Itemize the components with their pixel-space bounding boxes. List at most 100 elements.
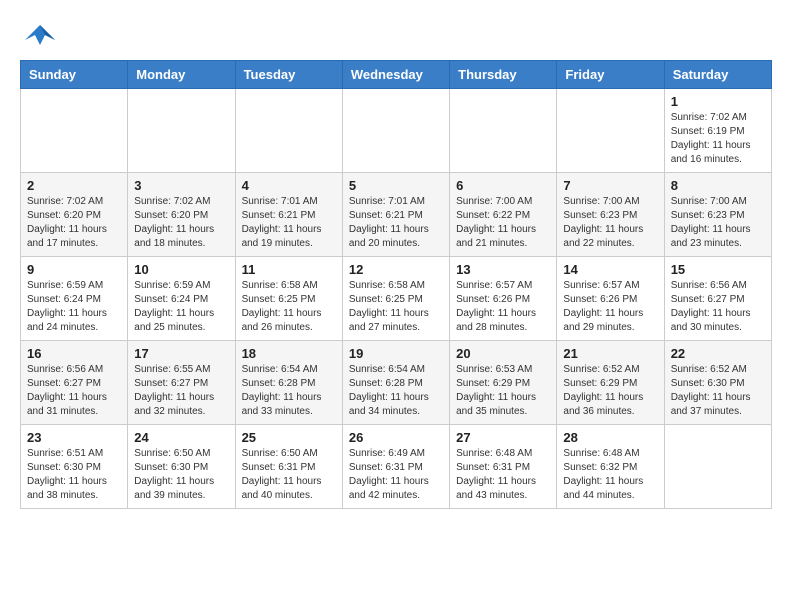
col-saturday: Saturday	[664, 61, 771, 89]
day-number: 1	[671, 94, 765, 109]
day-info: Sunrise: 7:00 AM Sunset: 6:23 PM Dayligh…	[563, 195, 657, 251]
calendar-header-row: Sunday Monday Tuesday Wednesday Thursday…	[21, 61, 772, 89]
day-info: Sunrise: 6:54 AM Sunset: 6:28 PM Dayligh…	[349, 363, 443, 419]
day-number: 4	[242, 178, 336, 193]
day-number: 18	[242, 346, 336, 361]
calendar-cell: 27 Sunrise: 6:48 AM Sunset: 6:31 PM Dayli…	[450, 425, 557, 509]
calendar-cell	[235, 89, 342, 173]
day-number: 23	[27, 430, 121, 445]
day-number: 6	[456, 178, 550, 193]
calendar-cell: 14Sunrise: 6:57 AM Sunset: 6:26 PM Dayli…	[557, 257, 664, 341]
calendar-cell: 15Sunrise: 6:56 AM Sunset: 6:27 PM Dayli…	[664, 257, 771, 341]
calendar-cell: 16 Sunrise: 6:56 AM Sunset: 6:27 PM Dayli…	[21, 341, 128, 425]
day-number: 13	[456, 262, 550, 277]
calendar-week-row: 23 Sunrise: 6:51 AM Sunset: 6:30 PM Dayli…	[21, 425, 772, 509]
calendar-cell: 4 Sunrise: 7:01 AM Sunset: 6:21 PM Daylig…	[235, 173, 342, 257]
page-header	[20, 20, 772, 50]
calendar-week-row: 2Sunrise: 7:02 AM Sunset: 6:20 PM Daylig…	[21, 173, 772, 257]
day-info: Sunrise: 6:56 AM Sunset: 6:27 PM Dayligh…	[27, 363, 121, 419]
calendar-cell: 3 Sunrise: 7:02 AM Sunset: 6:20 PM Daylig…	[128, 173, 235, 257]
calendar-cell	[21, 89, 128, 173]
calendar-week-row: 1 Sunrise: 7:02 AM Sunset: 6:19 PM Daylig…	[21, 89, 772, 173]
calendar-cell: 9 Sunrise: 6:59 AM Sunset: 6:24 PM Daylig…	[21, 257, 128, 341]
calendar-cell	[664, 425, 771, 509]
day-number: 3	[134, 178, 228, 193]
day-info: Sunrise: 6:48 AM Sunset: 6:32 PM Dayligh…	[563, 447, 657, 503]
calendar-cell: 23 Sunrise: 6:51 AM Sunset: 6:30 PM Dayli…	[21, 425, 128, 509]
calendar-cell: 25 Sunrise: 6:50 AM Sunset: 6:31 PM Dayli…	[235, 425, 342, 509]
day-number: 25	[242, 430, 336, 445]
calendar-cell: 1 Sunrise: 7:02 AM Sunset: 6:19 PM Daylig…	[664, 89, 771, 173]
calendar-cell: 5 Sunrise: 7:01 AM Sunset: 6:21 PM Daylig…	[342, 173, 449, 257]
calendar-cell: 8 Sunrise: 7:00 AM Sunset: 6:23 PM Daylig…	[664, 173, 771, 257]
calendar-cell: 7 Sunrise: 7:00 AM Sunset: 6:23 PM Daylig…	[557, 173, 664, 257]
day-number: 27	[456, 430, 550, 445]
logo-icon	[20, 20, 60, 50]
col-friday: Friday	[557, 61, 664, 89]
day-info: Sunrise: 6:58 AM Sunset: 6:25 PM Dayligh…	[242, 279, 336, 335]
calendar-cell: 13 Sunrise: 6:57 AM Sunset: 6:26 PM Dayli…	[450, 257, 557, 341]
day-number: 9	[27, 262, 121, 277]
day-number: 15	[671, 262, 765, 277]
day-number: 7	[563, 178, 657, 193]
day-info: Sunrise: 6:59 AM Sunset: 6:24 PM Dayligh…	[27, 279, 121, 335]
day-info: Sunrise: 7:02 AM Sunset: 6:19 PM Dayligh…	[671, 111, 765, 167]
calendar-cell: 19 Sunrise: 6:54 AM Sunset: 6:28 PM Dayli…	[342, 341, 449, 425]
day-info: Sunrise: 6:54 AM Sunset: 6:28 PM Dayligh…	[242, 363, 336, 419]
day-info: Sunrise: 6:55 AM Sunset: 6:27 PM Dayligh…	[134, 363, 228, 419]
col-tuesday: Tuesday	[235, 61, 342, 89]
day-info: Sunrise: 6:48 AM Sunset: 6:31 PM Dayligh…	[456, 447, 550, 503]
day-info: Sunrise: 6:58 AM Sunset: 6:25 PM Dayligh…	[349, 279, 443, 335]
calendar-body: 1 Sunrise: 7:02 AM Sunset: 6:19 PM Daylig…	[21, 89, 772, 509]
calendar-cell	[342, 89, 449, 173]
calendar-cell: 18 Sunrise: 6:54 AM Sunset: 6:28 PM Dayli…	[235, 341, 342, 425]
col-thursday: Thursday	[450, 61, 557, 89]
day-number: 5	[349, 178, 443, 193]
calendar-cell: 28Sunrise: 6:48 AM Sunset: 6:32 PM Dayli…	[557, 425, 664, 509]
calendar-cell: 24 Sunrise: 6:50 AM Sunset: 6:30 PM Dayli…	[128, 425, 235, 509]
day-info: Sunrise: 6:51 AM Sunset: 6:30 PM Dayligh…	[27, 447, 121, 503]
calendar-cell	[450, 89, 557, 173]
day-number: 10	[134, 262, 228, 277]
calendar-cell: 26Sunrise: 6:49 AM Sunset: 6:31 PM Dayli…	[342, 425, 449, 509]
calendar-week-row: 9 Sunrise: 6:59 AM Sunset: 6:24 PM Daylig…	[21, 257, 772, 341]
calendar-cell: 22 Sunrise: 6:52 AM Sunset: 6:30 PM Dayli…	[664, 341, 771, 425]
day-number: 16	[27, 346, 121, 361]
day-number: 8	[671, 178, 765, 193]
day-number: 24	[134, 430, 228, 445]
day-number: 19	[349, 346, 443, 361]
calendar-cell: 2Sunrise: 7:02 AM Sunset: 6:20 PM Daylig…	[21, 173, 128, 257]
calendar-cell: 11 Sunrise: 6:58 AM Sunset: 6:25 PM Dayli…	[235, 257, 342, 341]
calendar-week-row: 16 Sunrise: 6:56 AM Sunset: 6:27 PM Dayli…	[21, 341, 772, 425]
day-info: Sunrise: 7:01 AM Sunset: 6:21 PM Dayligh…	[242, 195, 336, 251]
calendar-cell: 21 Sunrise: 6:52 AM Sunset: 6:29 PM Dayli…	[557, 341, 664, 425]
calendar-cell: 12 Sunrise: 6:58 AM Sunset: 6:25 PM Dayli…	[342, 257, 449, 341]
day-info: Sunrise: 6:57 AM Sunset: 6:26 PM Dayligh…	[456, 279, 550, 335]
day-number: 21	[563, 346, 657, 361]
day-number: 17	[134, 346, 228, 361]
day-info: Sunrise: 6:52 AM Sunset: 6:29 PM Dayligh…	[563, 363, 657, 419]
day-info: Sunrise: 7:01 AM Sunset: 6:21 PM Dayligh…	[349, 195, 443, 251]
day-info: Sunrise: 7:02 AM Sunset: 6:20 PM Dayligh…	[134, 195, 228, 251]
day-info: Sunrise: 6:52 AM Sunset: 6:30 PM Dayligh…	[671, 363, 765, 419]
day-info: Sunrise: 6:50 AM Sunset: 6:31 PM Dayligh…	[242, 447, 336, 503]
calendar-cell: 17 Sunrise: 6:55 AM Sunset: 6:27 PM Dayli…	[128, 341, 235, 425]
calendar-cell	[128, 89, 235, 173]
day-number: 12	[349, 262, 443, 277]
col-monday: Monday	[128, 61, 235, 89]
col-sunday: Sunday	[21, 61, 128, 89]
calendar-cell: 10 Sunrise: 6:59 AM Sunset: 6:24 PM Dayli…	[128, 257, 235, 341]
day-number: 20	[456, 346, 550, 361]
day-number: 11	[242, 262, 336, 277]
day-info: Sunrise: 7:00 AM Sunset: 6:23 PM Dayligh…	[671, 195, 765, 251]
day-info: Sunrise: 6:57 AM Sunset: 6:26 PM Dayligh…	[563, 279, 657, 335]
col-wednesday: Wednesday	[342, 61, 449, 89]
calendar-table: Sunday Monday Tuesday Wednesday Thursday…	[20, 60, 772, 509]
day-info: Sunrise: 6:59 AM Sunset: 6:24 PM Dayligh…	[134, 279, 228, 335]
day-info: Sunrise: 6:53 AM Sunset: 6:29 PM Dayligh…	[456, 363, 550, 419]
calendar-cell: 20 Sunrise: 6:53 AM Sunset: 6:29 PM Dayli…	[450, 341, 557, 425]
day-info: Sunrise: 6:49 AM Sunset: 6:31 PM Dayligh…	[349, 447, 443, 503]
day-number: 22	[671, 346, 765, 361]
logo	[20, 20, 64, 50]
day-info: Sunrise: 6:50 AM Sunset: 6:30 PM Dayligh…	[134, 447, 228, 503]
